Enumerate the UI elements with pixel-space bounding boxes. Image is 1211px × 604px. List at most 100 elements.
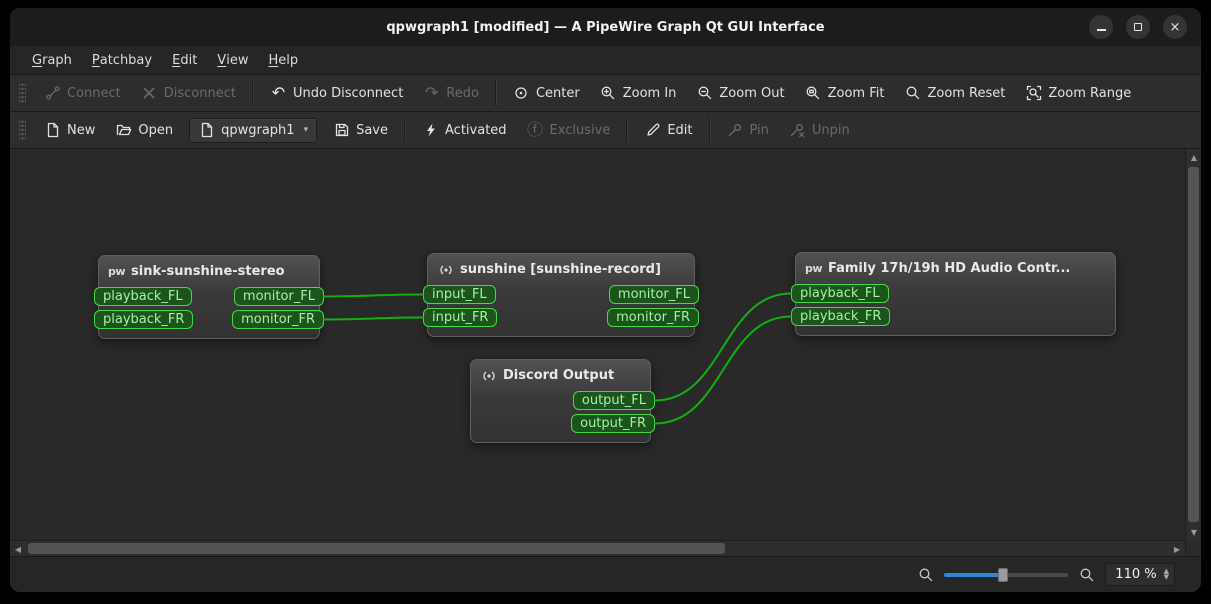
undo-disconnect-button[interactable]: ↶ Undo Disconnect — [261, 80, 412, 107]
vertical-scrollbar[interactable]: ▲ ▼ — [1185, 149, 1201, 540]
toolbar-separator — [626, 117, 629, 143]
zoom-range-icon — [1025, 85, 1042, 102]
maximize-button[interactable] — [1126, 15, 1150, 39]
new-button[interactable]: New — [35, 117, 104, 144]
node-header: sunshine [sunshine-record] — [428, 254, 694, 285]
port-input_FL[interactable]: input_FL — [423, 285, 496, 304]
port-monitor_FR[interactable]: monitor_FR — [607, 308, 699, 327]
port-monitor_FL[interactable]: monitor_FL — [233, 287, 324, 306]
titlebar[interactable]: qpwgraph1 [modified] — A PipeWire Graph … — [10, 8, 1201, 46]
unpin-button[interactable]: Unpin — [780, 117, 859, 144]
port-playback_FL[interactable]: playback_FL — [791, 284, 889, 303]
scroll-right-icon[interactable]: ▶ — [1169, 541, 1185, 557]
port-input_FR[interactable]: input_FR — [423, 308, 498, 327]
zoom-range-button[interactable]: Zoom Range — [1016, 80, 1140, 107]
zoom-slider-max-icon — [1078, 566, 1095, 583]
save-button[interactable]: Save — [324, 117, 397, 144]
scroll-up-icon[interactable]: ▲ — [1186, 149, 1201, 165]
canvas-area: pw sink-sunshine-stereo playback_FL playbac… — [10, 149, 1201, 556]
zoom-slider[interactable] — [944, 567, 1069, 583]
zoom-in-icon — [600, 85, 617, 102]
activated-button-label: Activated — [445, 122, 507, 138]
zoom-out-icon — [696, 85, 713, 102]
node-discord-output[interactable]: Discord Output output_FL output_FR — [470, 359, 655, 443]
horizontal-scrollbar[interactable]: ◀ ▶ — [10, 540, 1185, 556]
exclusive-button[interactable]: ⓕ Exclusive — [518, 117, 620, 144]
port-output_FL[interactable]: output_FL — [572, 391, 655, 410]
statusbar: 110 % ▲ ▼ — [10, 556, 1201, 592]
patchbay-combo-value: qpwgraph1 — [221, 122, 295, 138]
patchbay-toolbar: New Open qpwgraph1 ▾ Save Activated ⓕ Exclusive… — [10, 112, 1201, 149]
close-button[interactable]: × — [1163, 15, 1187, 39]
graph-canvas[interactable]: pw sink-sunshine-stereo playback_FL playbac… — [10, 149, 1185, 540]
menu-graph[interactable]: Graph — [22, 46, 82, 74]
menu-patchbay[interactable]: Patchbay — [82, 46, 162, 74]
zoom-reset-icon — [904, 85, 921, 102]
zoom-slider-handle[interactable] — [997, 567, 1008, 582]
exclusive-button-label: Exclusive — [549, 122, 611, 138]
patchbay-file-icon — [198, 122, 215, 139]
disconnect-icon — [141, 85, 158, 102]
stream-icon — [480, 367, 497, 384]
redo-button[interactable]: ↷ Redo — [414, 80, 488, 107]
port-monitor_FL[interactable]: monitor_FL — [608, 285, 699, 304]
port-playback_FL[interactable]: playback_FL — [94, 287, 192, 306]
toolbar-separator — [494, 80, 497, 106]
menu-edit[interactable]: Edit — [162, 46, 207, 74]
vertical-scrollbar-thumb[interactable] — [1188, 167, 1199, 522]
window-title: qpwgraph1 [modified] — A PipeWire Graph … — [386, 19, 825, 35]
redo-button-label: Redo — [446, 85, 479, 101]
zoom-out-button-label: Zoom Out — [719, 85, 785, 101]
zoom-fit-icon — [805, 85, 822, 102]
horizontal-scrollbar-thumb[interactable] — [28, 543, 726, 554]
node-header: pw Family 17h/19h HD Audio Contr... — [796, 253, 1115, 284]
toolbar-handle[interactable] — [19, 119, 26, 141]
minimize-button[interactable] — [1089, 15, 1113, 39]
pin-button[interactable]: Pin — [718, 117, 778, 144]
node-sink-sunshine-stereo[interactable]: pw sink-sunshine-stereo playback_FL playbac… — [94, 255, 324, 339]
menu-help[interactable]: Help — [258, 46, 308, 74]
node-header: Discord Output — [471, 360, 650, 391]
spin-down-icon[interactable]: ▼ — [1164, 573, 1169, 580]
activated-icon — [422, 122, 439, 139]
connect-button[interactable]: Connect — [35, 80, 130, 107]
vertical-scrollbar-track[interactable] — [1186, 165, 1201, 524]
edit-button-label: Edit — [667, 122, 693, 138]
edit-button[interactable]: Edit — [635, 117, 701, 144]
patchbay-combo[interactable]: qpwgraph1 ▾ — [189, 117, 318, 143]
zoom-spinbox[interactable]: 110 % ▲ ▼ — [1105, 563, 1175, 586]
pin-button-label: Pin — [749, 122, 769, 138]
zoom-slider-fill — [944, 572, 1003, 577]
zoom-out-button[interactable]: Zoom Out — [687, 80, 793, 107]
menu-view[interactable]: View — [207, 46, 258, 74]
node-family-audio[interactable]: pw Family 17h/19h HD Audio Contr... playba… — [791, 252, 1116, 336]
toolbar-separator — [251, 80, 254, 106]
new-button-label: New — [67, 122, 96, 138]
connection-wire[interactable] — [323, 293, 424, 298]
open-button[interactable]: Open — [106, 117, 182, 144]
zoom-range-button-label: Zoom Range — [1048, 85, 1132, 101]
horizontal-scrollbar-track[interactable] — [26, 541, 1169, 556]
zoom-reset-button[interactable]: Zoom Reset — [895, 80, 1014, 107]
connection-wire[interactable] — [323, 316, 424, 321]
toolbar-handle[interactable] — [19, 82, 26, 104]
zoom-fit-button[interactable]: Zoom Fit — [796, 80, 894, 107]
app-window: qpwgraph1 [modified] — A PipeWire Graph … — [10, 8, 1201, 592]
port-playback_FR[interactable]: playback_FR — [791, 307, 891, 326]
node-sunshine[interactable]: sunshine [sunshine-record] input_FL input_… — [423, 253, 699, 337]
pipewire-icon: pw — [107, 265, 126, 278]
scroll-left-icon[interactable]: ◀ — [10, 541, 26, 557]
scroll-down-icon[interactable]: ▼ — [1186, 524, 1201, 540]
zoom-in-button[interactable]: Zoom In — [591, 80, 686, 107]
port-playback_FR[interactable]: playback_FR — [94, 310, 194, 329]
disconnect-button[interactable]: Disconnect — [132, 80, 245, 107]
unpin-button-label: Unpin — [811, 122, 850, 138]
port-output_FR[interactable]: output_FR — [571, 414, 655, 433]
zoom-in-button-label: Zoom In — [622, 85, 677, 101]
center-button[interactable]: Center — [504, 80, 589, 107]
unpin-icon — [789, 122, 806, 139]
stream-icon — [437, 261, 454, 278]
connect-button-label: Connect — [67, 85, 121, 101]
port-monitor_FR[interactable]: monitor_FR — [232, 310, 324, 329]
activated-button[interactable]: Activated — [413, 117, 516, 144]
